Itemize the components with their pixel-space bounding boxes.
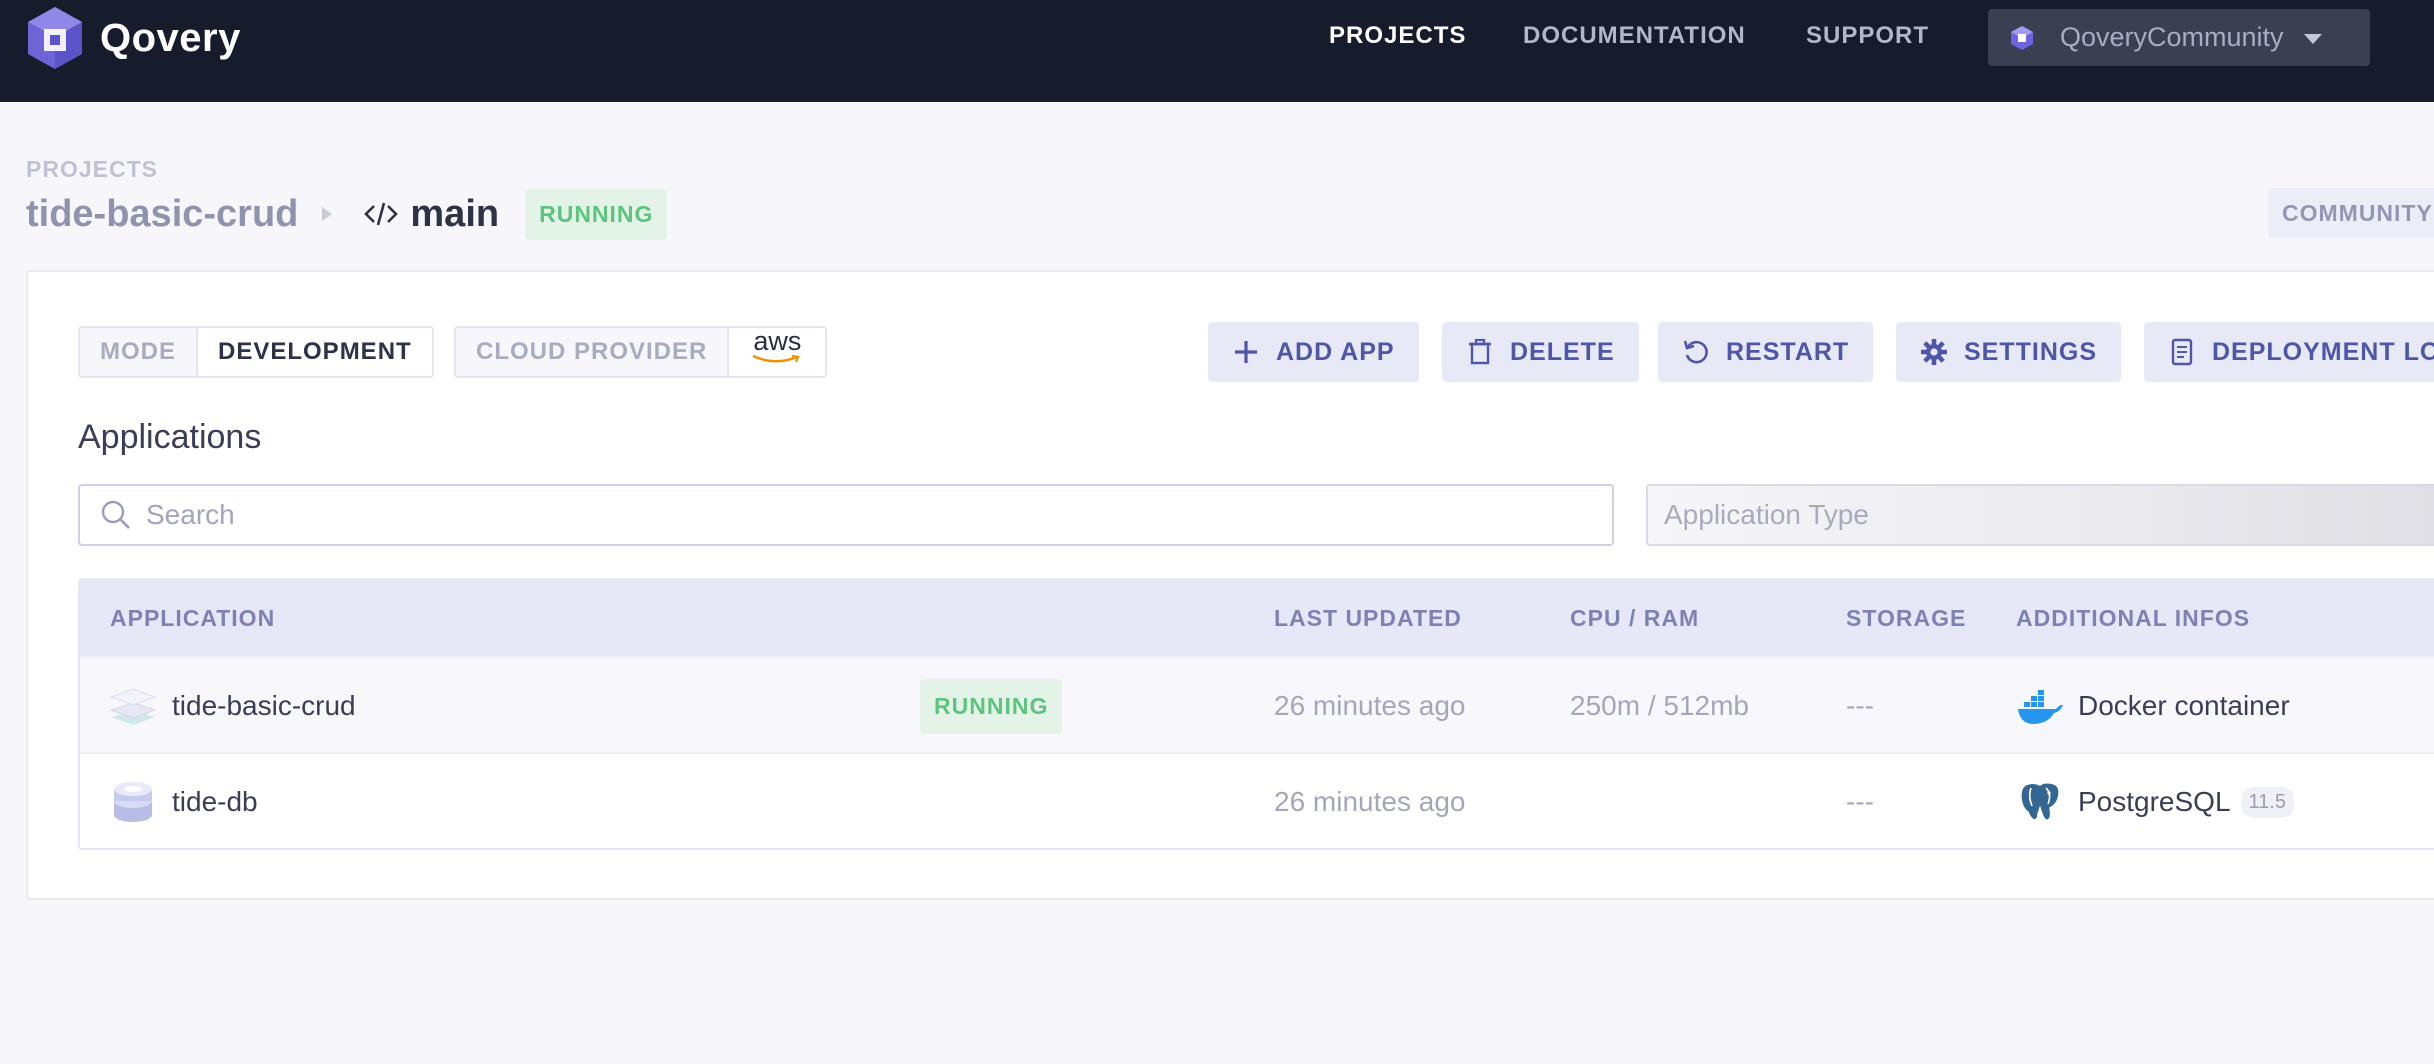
brand-name: Qovery [100, 15, 241, 60]
search-input[interactable] [146, 499, 1546, 531]
search-icon [101, 500, 130, 529]
stack-layers-icon [109, 688, 157, 725]
delete-label: DELETE [1510, 337, 1615, 366]
aws-logo: aws [729, 326, 826, 376]
breadcrumb: tide-basic-crud main RUNNING [26, 188, 668, 240]
nav-link-projects[interactable]: PROJECTS [1329, 22, 1466, 50]
add-app-button[interactable]: ADD APP [1208, 322, 1419, 382]
breadcrumb-separator-icon [322, 207, 333, 221]
restart-icon [1683, 340, 1708, 364]
mode-value: DEVELOPMENT [198, 328, 432, 376]
restart-button[interactable]: RESTART [1658, 322, 1874, 382]
nav-link-documentation[interactable]: DOCUMENTATION [1523, 22, 1746, 50]
application-cell: tide-db [108, 754, 258, 848]
docker-icon [2018, 690, 2063, 724]
aws-logo-text: aws [753, 326, 802, 356]
table-header: APPLICATION LAST UPDATED CPU / RAM STORA… [80, 580, 2434, 656]
top-navigation-bar: Qovery PROJECTS DOCUMENTATION SUPPORT Qo… [0, 0, 2434, 102]
table-row[interactable]: tide-db 26 minutes ago --- PostgreSQL 11… [80, 752, 2434, 848]
organization-name: QoveryCommunity [2060, 22, 2284, 52]
restart-label: RESTART [1726, 337, 1850, 366]
version-badge: 11.5 [2240, 786, 2294, 818]
additional-info-cell: Docker container [2016, 658, 2290, 754]
gear-icon [1921, 339, 1947, 365]
table-row[interactable]: tide-basic-crud RUNNING 26 minutes ago 2… [80, 656, 2434, 752]
storage-cell: --- [1846, 786, 1874, 817]
application-name[interactable]: tide-basic-crud [172, 690, 356, 722]
organization-selector[interactable]: QoveryCommunity [1988, 9, 2370, 66]
deployment-logs-button[interactable]: DEPLOYMENT LOG [2144, 322, 2434, 382]
column-header-storage[interactable]: STORAGE [1846, 605, 1966, 632]
applications-heading: Applications [78, 418, 262, 456]
column-header-last-updated[interactable]: LAST UPDATED [1274, 605, 1462, 632]
organization-icon [2011, 25, 2033, 50]
search-box[interactable] [78, 484, 1614, 546]
application-type-placeholder: Application Type [1664, 499, 1869, 530]
column-header-application[interactable]: APPLICATION [110, 605, 275, 632]
additional-info-text: PostgreSQL [2078, 786, 2231, 817]
application-type-select[interactable]: Application Type [1646, 484, 2434, 546]
add-app-label: ADD APP [1276, 337, 1395, 366]
mode-label: MODE [80, 328, 198, 376]
application-name[interactable]: tide-db [172, 786, 258, 818]
environment-status-badge: RUNNING [525, 188, 668, 240]
settings-button[interactable]: SETTINGS [1896, 322, 2122, 382]
plus-icon [1235, 341, 1257, 363]
aws-smile-icon [752, 354, 800, 363]
environment-card: MODE DEVELOPMENT CLOUD PROVIDER aws ADD … [26, 270, 2434, 900]
nav-link-support[interactable]: SUPPORT [1806, 22, 1929, 50]
qovery-logo[interactable]: Qovery [26, 5, 241, 71]
application-status-cell: RUNNING [920, 658, 1063, 754]
project-name[interactable]: tide-basic-crud [26, 193, 298, 236]
chevron-down-icon [2303, 34, 2322, 44]
breadcrumb-projects[interactable]: PROJECTS [26, 156, 158, 183]
code-icon [364, 202, 399, 226]
application-cell: tide-basic-crud [108, 658, 356, 754]
last-updated-cell: 26 minutes ago [1274, 786, 1466, 817]
additional-info-cell: PostgreSQL 11.5 [2016, 754, 2294, 848]
delete-button[interactable]: DELETE [1442, 322, 1639, 382]
cpu-ram-cell: 250m / 512mb [1570, 690, 1749, 721]
document-icon [2171, 338, 2193, 366]
plan-badge: COMMUNITY [2268, 188, 2434, 238]
additional-info-text: Docker container [2078, 690, 2290, 721]
postgresql-icon [2020, 782, 2060, 821]
column-header-additional-infos[interactable]: ADDITIONAL INFOS [2016, 605, 2250, 632]
cloud-provider-label: CLOUD PROVIDER [456, 328, 730, 376]
storage-cell: --- [1846, 690, 1874, 721]
trash-icon [1469, 338, 1491, 365]
cloud-provider-segment: CLOUD PROVIDER aws [454, 326, 828, 378]
last-updated-cell: 26 minutes ago [1274, 690, 1466, 721]
applications-table: APPLICATION LAST UPDATED CPU / RAM STORA… [78, 578, 2434, 850]
database-icon [114, 782, 152, 822]
settings-label: SETTINGS [1964, 337, 2098, 366]
qovery-logo-icon [28, 7, 82, 69]
application-status-badge: RUNNING [920, 678, 1063, 734]
deployment-logs-label: DEPLOYMENT LOG [2212, 337, 2434, 366]
environment-name: main [410, 192, 500, 235]
column-header-cpu-ram[interactable]: CPU / RAM [1570, 605, 1699, 632]
mode-segment: MODE DEVELOPMENT [78, 326, 434, 378]
